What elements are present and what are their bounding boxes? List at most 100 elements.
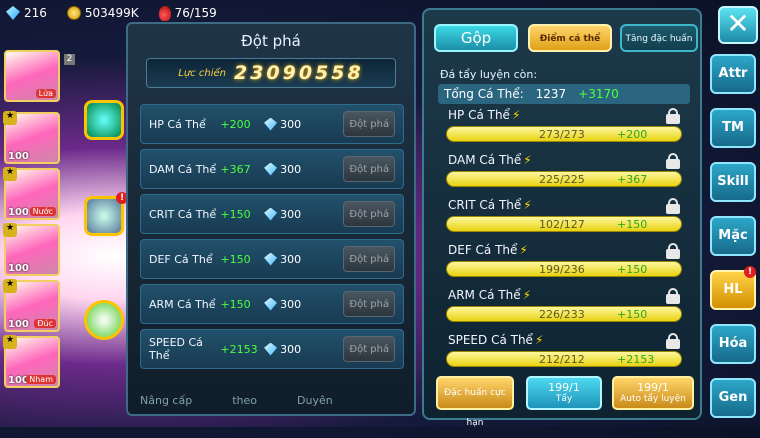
stat-name-text: DAM Cá Thể: [448, 153, 522, 167]
potion-icon: [158, 5, 171, 21]
character-slot-2[interactable]: ★ 100: [3, 111, 60, 164]
remaining-stones-label: Đá tẩy luyện còn:: [440, 68, 538, 81]
stat-name: CRIT Cá Thể: [149, 207, 217, 221]
gem-cost-value: 300: [280, 342, 302, 356]
rune-icon[interactable]: [84, 100, 124, 140]
breakthrough-button[interactable]: Đột phá: [343, 201, 396, 227]
character-slot-4[interactable]: ★ 100: [3, 223, 60, 276]
stat-name-text: HP Cá Thể: [448, 108, 510, 122]
stat-progress-bar: 102/127 +150: [446, 216, 682, 232]
stat-bonus: +150: [220, 207, 251, 221]
nav-attr[interactable]: Attr: [710, 54, 756, 94]
refine-button[interactable]: 199/1 Tẩy: [526, 376, 602, 410]
stat-progress-bar: 212/212 +2153: [446, 351, 682, 367]
stat-bonus: +150: [220, 297, 251, 311]
rank-badge: ★: [3, 111, 17, 125]
character-element-tag: Lửa: [35, 89, 56, 98]
stat-name: DAM Cá Thể ⚡: [448, 153, 532, 167]
auto-refine-button[interactable]: 199/1 Auto tẩy luyện: [612, 376, 694, 410]
stat-dam: DAM Cá Thể ⚡ 225/225 +367: [438, 153, 690, 198]
stat-name-text: DEF Cá Thể: [448, 243, 518, 257]
stat-speed: SPEED Cá Thể ⚡ 212/212 +2153: [438, 333, 690, 378]
lock-icon[interactable]: [666, 198, 680, 214]
stat-value: 199/236: [539, 263, 585, 276]
stat-name: SPEED Cá Thể ⚡: [448, 333, 543, 347]
stat-bonus: +367: [220, 162, 251, 176]
stat-name: ARM Cá Thể ⚡: [448, 288, 531, 302]
background-bottom-tabs: Nâng cấp theo Duyên: [140, 394, 380, 407]
upgrade-tab[interactable]: Nâng cấp: [140, 394, 192, 407]
character-level: 100: [8, 263, 29, 274]
nav-gen[interactable]: Gen: [710, 378, 756, 418]
character-slot-3[interactable]: ★ 100 Nước: [3, 167, 60, 220]
stat-name: HP Cá Thể ⚡: [448, 108, 520, 122]
stat-name-text: CRIT Cá Thể: [448, 198, 522, 212]
fate-tab[interactable]: Duyên: [297, 394, 333, 407]
lightning-icon: ⚡: [523, 153, 532, 167]
gem-icon: [264, 252, 278, 266]
nav-mac[interactable]: Mặc: [710, 216, 756, 256]
stat-name: ARM Cá Thể: [149, 297, 216, 311]
auto-refine-count: 199/1: [637, 381, 669, 394]
lock-icon[interactable]: [666, 288, 680, 304]
breakthrough-button[interactable]: Đột phá: [343, 336, 396, 362]
stamina-counter[interactable]: 76/159: [158, 5, 217, 21]
character-element-tag: Đúc: [34, 319, 56, 328]
character-level: 100: [8, 151, 29, 162]
tab-merge[interactable]: Gộp: [434, 24, 518, 52]
character-slot-1[interactable]: Lửa: [4, 50, 60, 102]
character-slot-number: 2: [64, 54, 75, 65]
character-slot-5[interactable]: ★ 100 Đúc: [3, 279, 60, 332]
auto-refine-label: Auto tẩy luyện: [620, 394, 686, 404]
lock-icon[interactable]: [666, 108, 680, 124]
breakthrough-row-def: DEF Cá Thể +150 300 Đột phá: [140, 239, 404, 279]
character-element-tag: Nước: [29, 207, 56, 216]
breakthrough-button[interactable]: Đột phá: [343, 111, 396, 137]
lock-icon[interactable]: [666, 333, 680, 349]
stat-progress-bar: 273/273 +200: [446, 126, 682, 142]
stat-bonus: +2153: [220, 342, 258, 356]
follow-tab[interactable]: theo: [232, 394, 257, 407]
gem-icon: [264, 297, 278, 311]
nav-hoa[interactable]: Hóa: [710, 324, 756, 364]
stat-bonus: +200: [617, 128, 648, 141]
gem-icon: [264, 117, 278, 131]
stat-def: DEF Cá Thể ⚡ 199/236 +150: [438, 243, 690, 288]
gem-counter[interactable]: 216: [6, 6, 47, 20]
nav-skill[interactable]: Skill: [710, 162, 756, 202]
character-roster: Lửa 2 ★ 100 ★ 100 Nước ★ 100 ★ 100 Đúc ★…: [3, 42, 76, 392]
alert-badge-icon: !: [744, 266, 756, 278]
breakthrough-button[interactable]: Đột phá: [343, 156, 396, 182]
panel-title: Đột phá: [241, 32, 301, 50]
gem-cost: 300: [264, 252, 343, 266]
stat-crit: CRIT Cá Thể ⚡ 102/127 +150: [438, 198, 690, 243]
close-button[interactable]: ✕: [718, 6, 758, 44]
gem-count: 216: [24, 6, 47, 20]
lightning-icon: ⚡: [522, 288, 532, 302]
stat-value: 102/127: [539, 218, 585, 231]
breakthrough-button[interactable]: Đột phá: [343, 291, 396, 317]
tab-individual-points[interactable]: Điểm cá thể: [528, 24, 612, 52]
stat-bonus: +200: [220, 117, 251, 131]
gem-cost: 300: [264, 342, 343, 356]
gem-icon: [6, 6, 20, 20]
breakthrough-row-arm: ARM Cá Thể +150 300 Đột phá: [140, 284, 404, 324]
gem-icon: [264, 207, 278, 221]
stat-name-text: SPEED Cá Thể: [448, 333, 533, 347]
gold-counter[interactable]: 503499K: [66, 6, 139, 20]
combat-power-value: 23090558: [233, 62, 364, 84]
breakthrough-button[interactable]: Đột phá: [343, 246, 396, 272]
lock-icon[interactable]: [666, 153, 680, 169]
tab-special-training[interactable]: Tăng đặc huấn: [620, 24, 698, 52]
refine-count: 199/1: [548, 381, 580, 394]
nav-tm[interactable]: TM: [710, 108, 756, 148]
lightning-icon: ⚡: [519, 243, 528, 257]
lock-icon[interactable]: [666, 243, 680, 259]
stat-bonus: +150: [617, 218, 648, 231]
rank-badge: ★: [3, 223, 17, 237]
element-wheel-icon[interactable]: [84, 300, 124, 340]
character-element-tag: Nham: [26, 375, 56, 384]
character-slot-6[interactable]: ★ 100 Nham: [3, 335, 60, 388]
stat-bonus: +150: [617, 263, 648, 276]
extreme-training-button[interactable]: Đặc huấn cực hạn: [436, 376, 514, 428]
